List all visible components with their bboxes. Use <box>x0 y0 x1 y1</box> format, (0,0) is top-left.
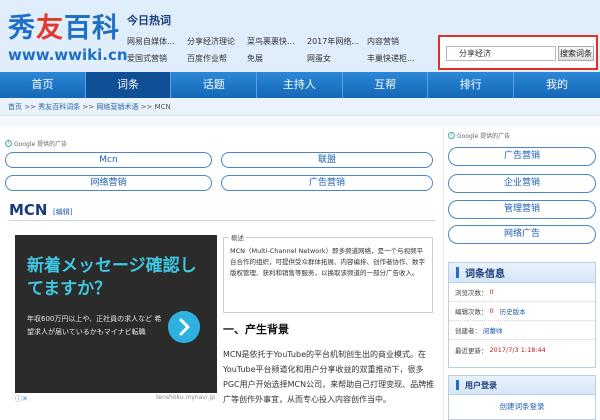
sidebar-ad-link[interactable]: 管理营销 <box>448 200 596 219</box>
hot-word-link[interactable]: 内容营销 <box>367 36 422 47</box>
views-count: 0 <box>489 288 494 296</box>
info-row-creator: 创建者： 阅蕾帅 <box>449 321 595 340</box>
panel-title: 用户登录 <box>465 380 497 390</box>
login-panel: 用户登录 创建词条登录 <box>448 375 596 420</box>
breadcrumb-home[interactable]: 首页 <box>8 103 22 111</box>
nav-item-topics[interactable]: 话题 <box>171 72 258 98</box>
info-icon: i <box>5 140 12 147</box>
main-nav: 首页 词条 话题 主持人 互帮 排行 我的 <box>0 72 600 98</box>
header-accent <box>456 380 459 390</box>
sidebar-ad-link[interactable]: 企业营销 <box>448 174 596 193</box>
entry-info-panel: 词条信息 浏览次数： 0 编辑次数： 0 历史版本 创建者： 阅蕾帅 最近更新：… <box>448 262 596 368</box>
summary-label: 概述 <box>229 232 246 242</box>
search-button[interactable]: 搜索词条 <box>558 46 594 61</box>
breadcrumb-current: MCN <box>154 103 171 111</box>
header-accent <box>456 267 459 278</box>
hot-word-link[interactable]: 菜鸟裹裹快... <box>247 36 307 47</box>
ad-footer: ⓘ✕ tenshoku.mynavi.jp <box>15 393 217 405</box>
ad-link-ad-marketing[interactable]: 广告营销 <box>221 175 433 191</box>
hot-word-link[interactable]: 分享经济理论 <box>187 36 247 47</box>
hot-word-link[interactable]: 丰巢快递柜... <box>367 53 422 64</box>
breadcrumb-sep: >> <box>140 103 153 111</box>
site-logo[interactable]: 秀友百科 <box>8 6 120 45</box>
nav-item-rank[interactable]: 排行 <box>428 72 515 98</box>
login-link[interactable]: 创建词条登录 <box>449 401 595 412</box>
ad-link-alliance[interactable]: 联盟 <box>221 152 433 168</box>
logo-part1: 秀 <box>8 13 36 44</box>
breadcrumb-sep: >> <box>82 103 95 111</box>
search-box: 分享经济 搜索词条 <box>438 35 598 70</box>
logo-part2: 友 <box>36 13 64 44</box>
hot-word-link[interactable]: 网易自媒体... <box>127 36 187 47</box>
info-label: 浏览次数： <box>455 289 488 297</box>
info-icon: i <box>448 132 455 139</box>
sidebar-ad-link[interactable]: 广告营销 <box>448 147 596 166</box>
hot-words-row: 网易自媒体... 分享经济理论 菜鸟裹裹快... 2017年网络... 内容营销 <box>127 33 427 50</box>
search-input[interactable]: 分享经济 <box>446 46 556 61</box>
ad-url[interactable]: tenshoku.mynavi.jp <box>156 394 215 401</box>
edit-link[interactable]: [编辑] <box>53 207 72 217</box>
updated-time: 2017/7/3 1:18:44 <box>489 345 546 354</box>
divider <box>9 220 435 221</box>
ad-label-text: Google 提供的广告 <box>457 133 511 140</box>
info-label: 创建者： <box>455 327 481 335</box>
column-divider <box>443 128 444 420</box>
nav-item-entries[interactable]: 词条 <box>85 72 172 98</box>
breadcrumb-sep: >> <box>24 103 36 111</box>
history-link[interactable]: 历史版本 <box>500 306 526 316</box>
ad-link-mcn[interactable]: Mcn <box>5 152 212 168</box>
sidebar-ad-link[interactable]: 网络广告 <box>448 225 596 244</box>
hot-word-link[interactable]: 网蛋女 <box>307 53 367 64</box>
hot-word-link[interactable]: 百度作业帮 <box>187 53 247 64</box>
nav-item-hosts[interactable]: 主持人 <box>257 72 343 98</box>
hot-words-row: 爱国式营销 百度作业帮 免展 网蛋女 丰巢快递柜... <box>127 50 427 67</box>
info-label: 编辑次数： <box>455 308 488 316</box>
breadcrumb-category[interactable]: 网络营销术语 <box>96 103 138 111</box>
breadcrumb-site[interactable]: 秀友百科词条 <box>38 103 80 111</box>
panel-header: 词条信息 <box>449 263 595 283</box>
display-ad[interactable]: 新着メッセージ確認してますか？ 年収600万円以上や、正社員の求人など 希望求人… <box>15 235 217 393</box>
info-row-views: 浏览次数： 0 <box>449 283 595 302</box>
info-label: 最近更新： <box>455 346 488 355</box>
section-body: MCN是依托于YouTube的平台机制创生出的商业模式。在YouTube平台频道… <box>223 350 435 404</box>
main-content: i Google 提供的广告 Mcn 联盟 网络营销 广告营销 MCN [编辑] … <box>3 128 440 420</box>
panel-title: 词条信息 <box>465 269 505 280</box>
site-header: 秀友百科 www.wwiki.cn 今日热词 网易自媒体... 分享经济理论 菜… <box>0 0 600 72</box>
logo-part3: 百科 <box>64 13 120 44</box>
hot-words-list: 网易自媒体... 分享经济理论 菜鸟裹裹快... 2017年网络... 内容营销… <box>127 33 427 67</box>
hot-words-title: 今日热词 <box>127 14 171 27</box>
breadcrumb: 首页 >> 秀友百科词条 >> 网络营销术语 >> MCN <box>0 98 600 116</box>
nav-item-help[interactable]: 互帮 <box>343 72 429 98</box>
ad-label: i Google 提供的广告 <box>5 139 67 148</box>
edits-count: 0 <box>489 307 494 315</box>
section-title: 一、产生背景 <box>223 323 289 336</box>
summary-box: MCN（Multi-Channel Network）即多频道网络，是一个与视频平… <box>223 237 433 313</box>
ad-subtext: 年収600万円以上や、正社員の求人など 希望求人が届いているかもマイナビ転職 <box>27 315 162 336</box>
ad-label-text: Google 提供的广告 <box>14 141 68 148</box>
nav-item-mine[interactable]: 我的 <box>514 72 600 98</box>
info-row-edits: 编辑次数： 0 历史版本 <box>449 302 595 321</box>
info-row-updated: 最近更新： 2017/7/3 1:18:44 <box>449 340 595 359</box>
ad-link-network-marketing[interactable]: 网络营销 <box>5 175 212 191</box>
sidebar-ad-label: i Google 提供的广告 <box>448 131 510 140</box>
ad-headline: 新着メッセージ確認してますか？ <box>27 256 197 299</box>
ad-close-icon[interactable]: ⓘ✕ <box>15 394 28 404</box>
nav-item-home[interactable]: 首页 <box>0 72 86 98</box>
hot-word-link[interactable]: 爱国式营销 <box>127 53 187 64</box>
hot-word-link[interactable]: 2017年网络... <box>307 36 367 47</box>
panel-header: 用户登录 <box>449 376 595 395</box>
arrow-right-icon[interactable] <box>168 311 200 343</box>
spacer <box>0 117 600 127</box>
site-url: www.wwiki.cn <box>8 46 128 64</box>
page-title: MCN <box>9 201 48 219</box>
hot-word-link[interactable]: 免展 <box>247 53 307 64</box>
creator-link[interactable]: 阅蕾帅 <box>483 325 503 335</box>
